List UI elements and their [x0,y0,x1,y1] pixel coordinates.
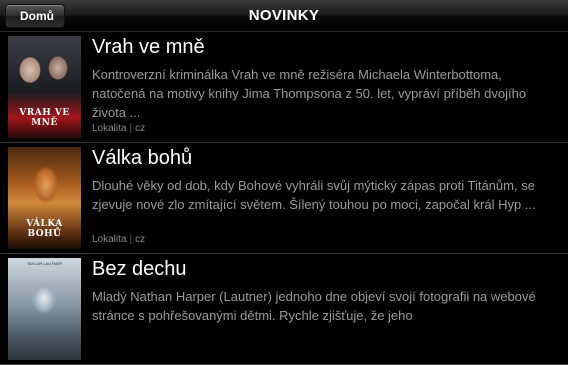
movie-description: Mladý Nathan Harper (Lautner) jednoho dn… [92,289,536,323]
poster-title: VÁLKA BOHŮ [26,219,63,239]
page-title: NOVINKY [248,7,320,24]
movie-title: Vrah ve mně [92,36,205,58]
tag-separator: | [129,234,133,245]
tag-location: Lokalita [92,123,127,134]
movie-list[interactable]: VRAH VE MNĚ Vrah ve mně Kontroverzní kri… [0,32,568,365]
list-item[interactable]: VÁLKA BOHŮ Válka bohů Dlouhé věky od dob… [0,143,568,254]
tag-separator: | [129,123,133,134]
list-item[interactable]: TAYLOR LAUTNER Bez dechu Mladý Nathan Ha… [0,254,568,365]
movie-description: Dlouhé věky od dob, kdy Bohové vyhráli s… [92,178,536,212]
tag-language: cz [135,123,146,134]
movie-poster: VRAH VE MNĚ [8,36,81,138]
movie-description: Kontroverzní kriminálka Vrah ve mně reži… [92,67,527,120]
movie-title: Bez dechu [92,258,187,280]
back-button[interactable]: Domů [5,4,65,28]
tag-location: Lokalita [92,234,127,245]
list-item[interactable]: VRAH VE MNĚ Vrah ve mně Kontroverzní kri… [0,32,568,143]
navigation-bar: NOVINKY Domů [0,0,568,32]
movie-tags: Lokalita | cz [92,123,145,134]
movie-tags: Lokalita | cz [92,234,145,245]
tag-language: cz [135,234,146,245]
movie-poster: TAYLOR LAUTNER [8,258,81,360]
poster-title: TAYLOR LAUTNER [26,261,63,266]
movie-poster: VÁLKA BOHŮ [8,147,81,249]
poster-title: VRAH VE MNĚ [19,108,70,128]
movie-title: Válka bohů [92,147,193,169]
